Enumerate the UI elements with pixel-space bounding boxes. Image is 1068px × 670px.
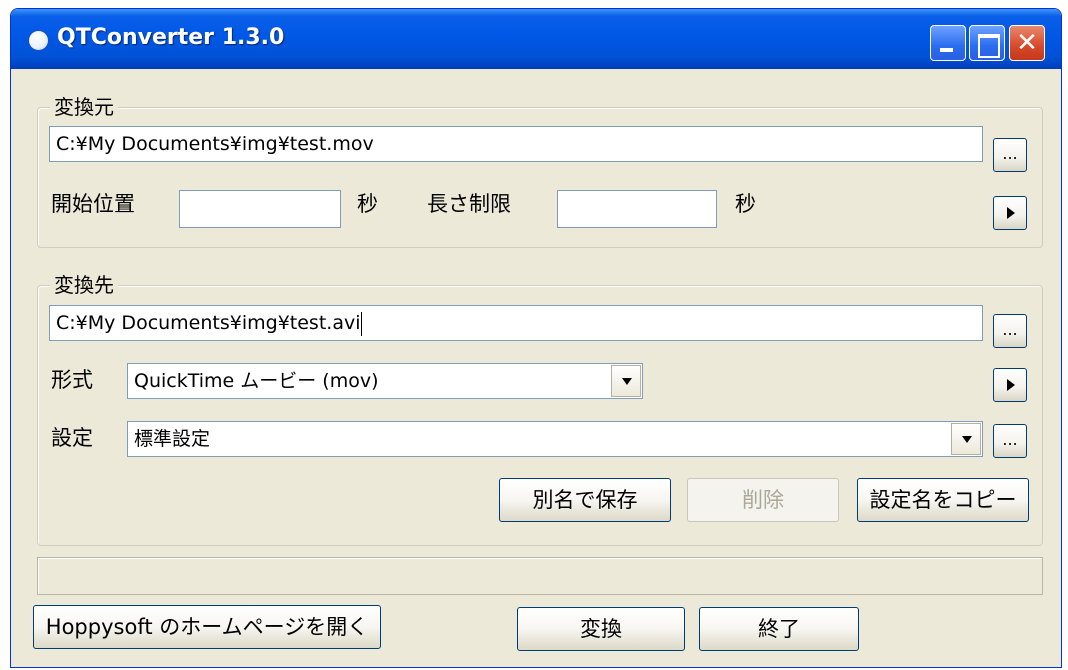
close-button[interactable]: ✕ [1009, 25, 1045, 61]
chevron-down-icon[interactable] [951, 423, 981, 455]
length-limit-label: 長さ制限 [427, 192, 511, 216]
format-select[interactable]: QuickTime ムービー (mov) [127, 363, 643, 399]
dest-path-text: C:¥My Documents¥img¥test.avi [56, 312, 361, 334]
exit-button[interactable]: 終了 [699, 607, 859, 651]
progress-bar [37, 557, 1043, 595]
close-icon: ✕ [1016, 28, 1038, 58]
settings-label: 設定 [51, 426, 93, 450]
app-icon [29, 31, 48, 50]
settings-more-button[interactable]: ... [993, 424, 1027, 458]
format-value: QuickTime ムービー (mov) [134, 370, 379, 392]
dest-group-label: 変換先 [50, 273, 118, 297]
maximize-button[interactable] [969, 25, 1005, 61]
length-limit-unit: 秒 [735, 192, 756, 216]
app-window: QTConverter 1.3.0 ✕ 変換元 C:¥My Documents¥… [10, 8, 1062, 668]
settings-value: 標準設定 [134, 428, 211, 450]
chevron-down-icon[interactable] [611, 365, 641, 397]
source-browse-button[interactable]: ... [993, 138, 1027, 172]
convert-button[interactable]: 変換 [517, 607, 685, 651]
dest-browse-button[interactable]: ... [993, 314, 1027, 348]
source-path-input[interactable]: C:¥My Documents¥img¥test.mov [49, 126, 983, 162]
source-group-label: 変換元 [50, 95, 118, 119]
title-bar[interactable]: QTConverter 1.3.0 ✕ [11, 9, 1061, 69]
start-position-unit: 秒 [357, 192, 378, 216]
open-homepage-button[interactable]: Hoppysoft のホームページを開く [33, 605, 381, 649]
window-title: QTConverter 1.3.0 [57, 25, 285, 50]
copy-setting-name-button[interactable]: 設定名をコピー [857, 478, 1029, 522]
save-as-button[interactable]: 別名で保存 [499, 478, 671, 522]
start-position-label: 開始位置 [51, 192, 135, 216]
settings-select[interactable]: 標準設定 [127, 421, 983, 457]
start-position-input[interactable] [179, 190, 341, 228]
length-limit-input[interactable] [557, 190, 717, 228]
format-label: 形式 [51, 368, 93, 392]
source-options-button[interactable] [993, 196, 1027, 230]
text-caret [361, 311, 363, 336]
format-options-button[interactable] [993, 368, 1027, 402]
dest-path-input[interactable]: C:¥My Documents¥img¥test.avi [49, 305, 983, 341]
minimize-button[interactable] [930, 25, 966, 61]
delete-button[interactable]: 削除 [687, 478, 839, 522]
